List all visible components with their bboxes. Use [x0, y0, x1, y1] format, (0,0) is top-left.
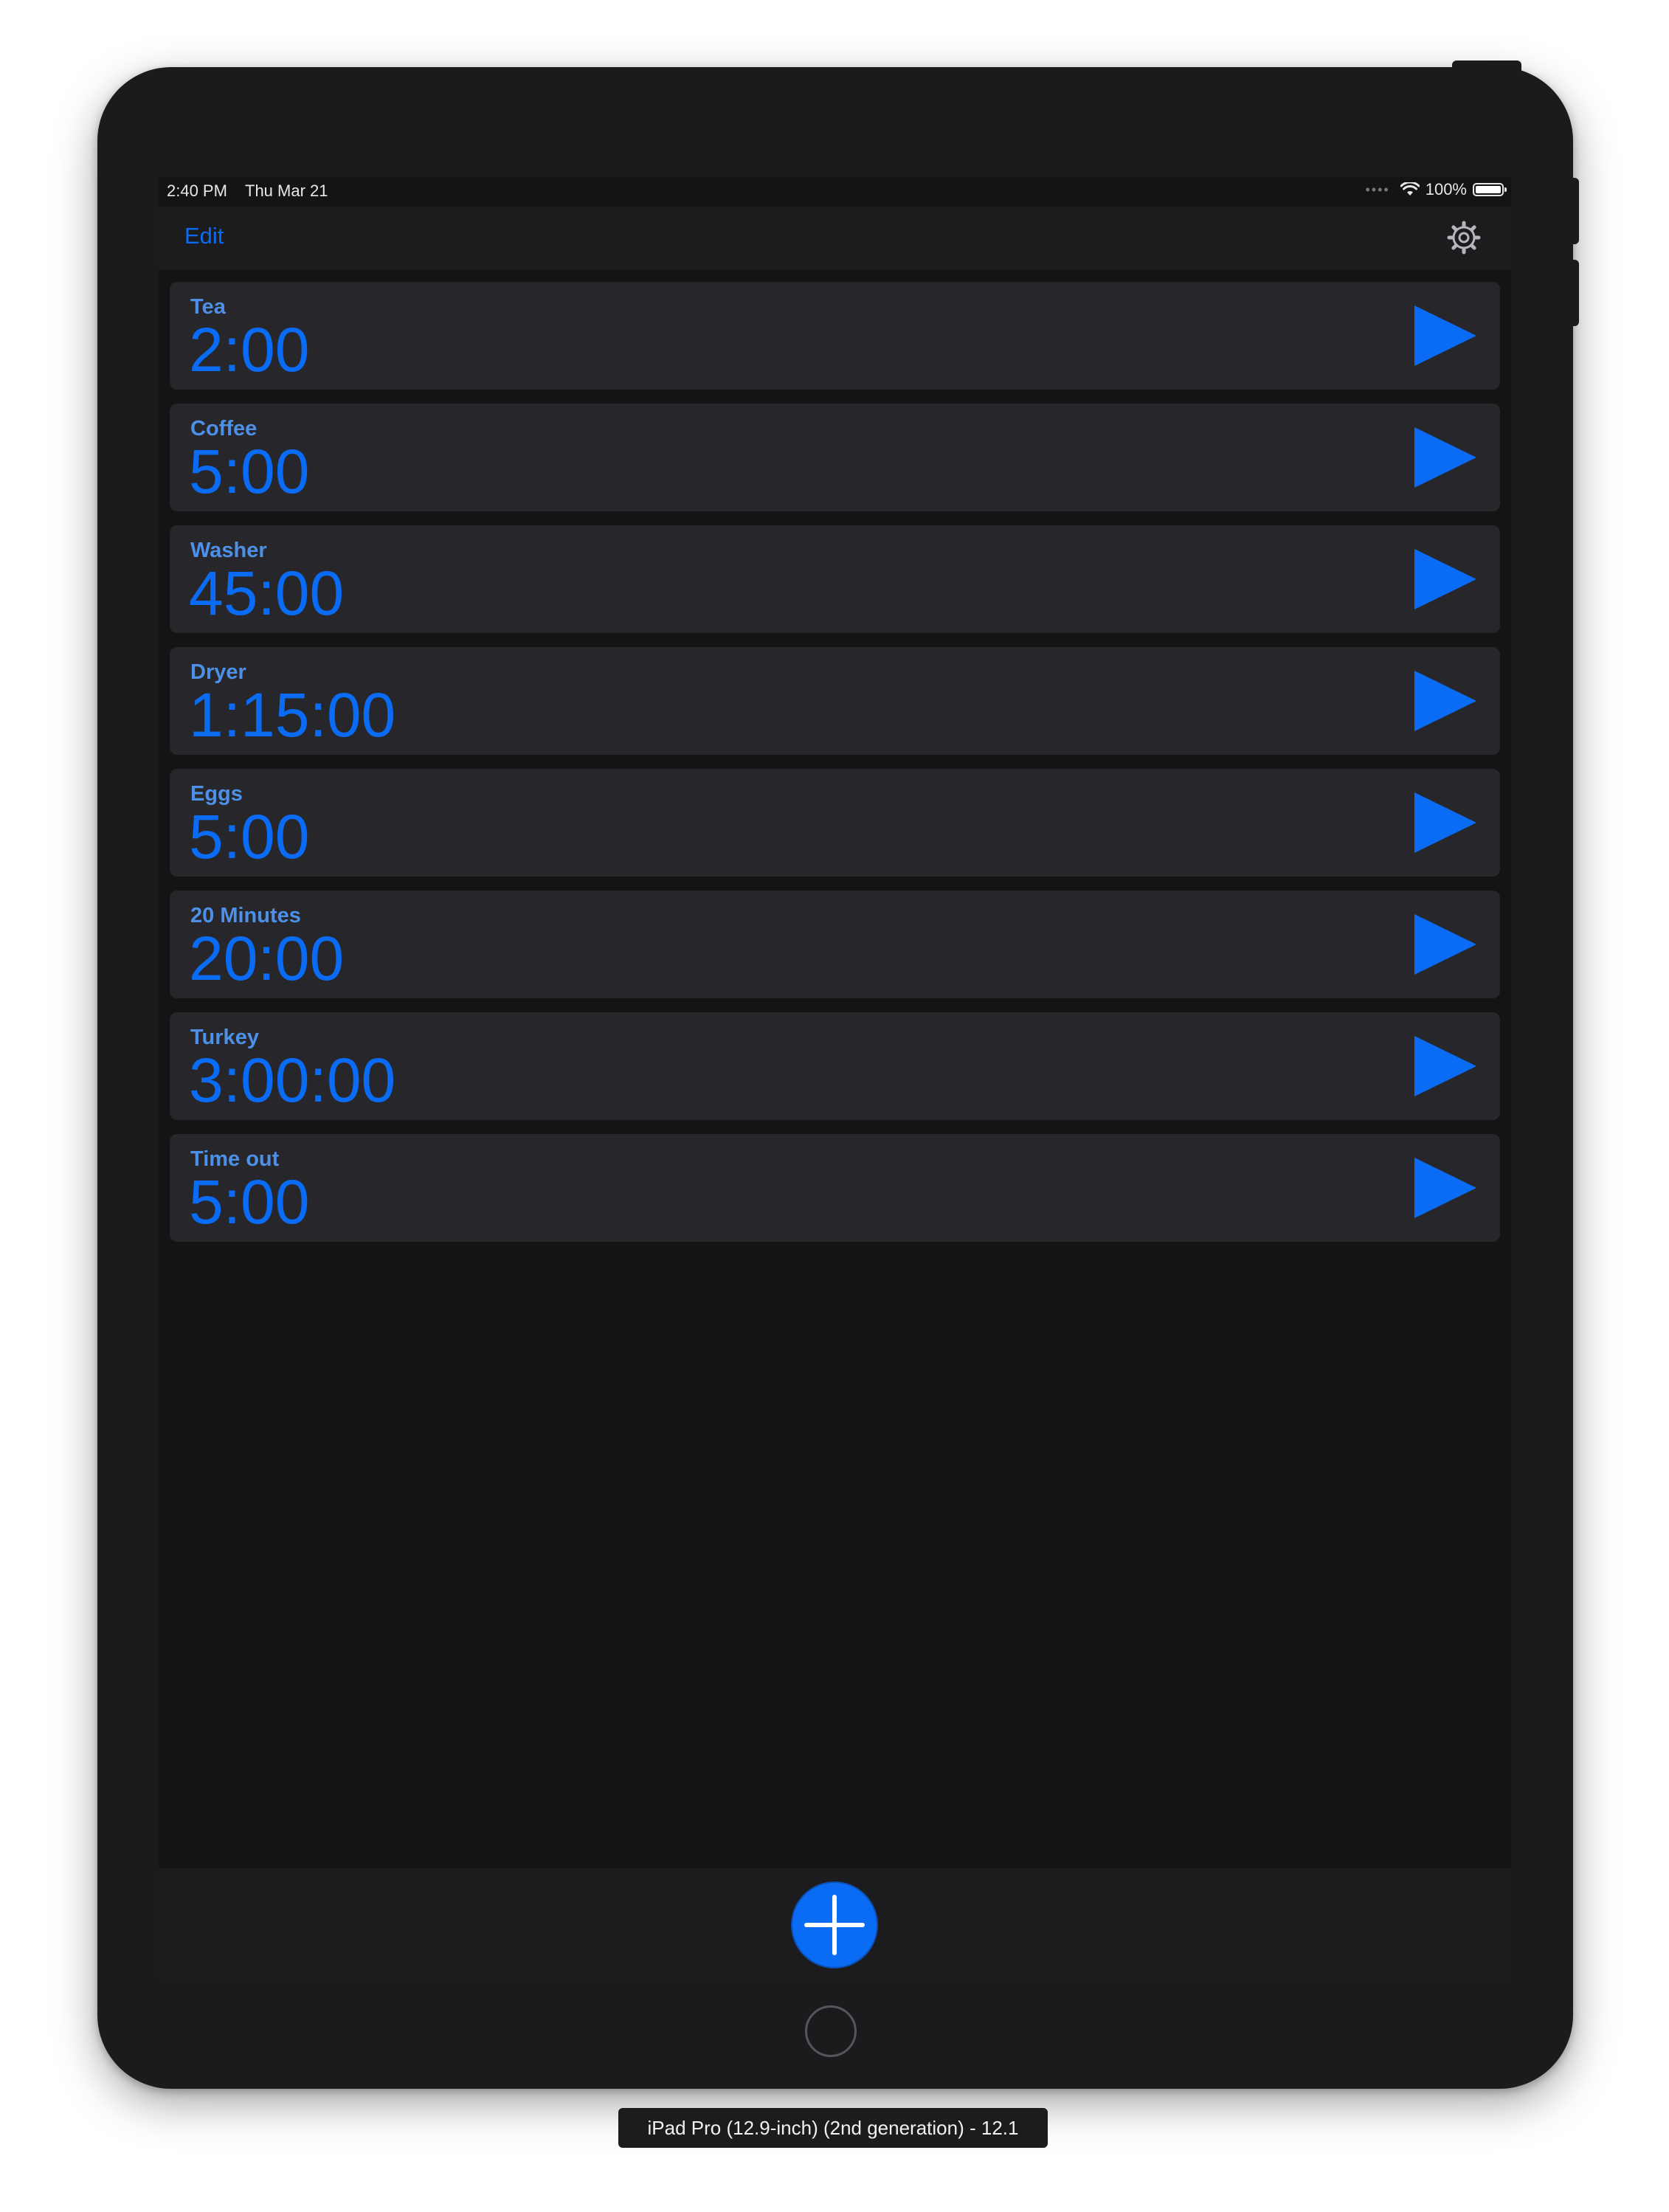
- status-indicators: •••• 100%: [1365, 180, 1507, 199]
- edit-button[interactable]: Edit: [184, 223, 224, 249]
- device-volume-up-button: [1570, 178, 1579, 244]
- timer-duration: 5:00: [189, 437, 310, 506]
- play-icon[interactable]: [1414, 914, 1476, 975]
- play-icon[interactable]: [1414, 305, 1476, 366]
- simulator-device-label: iPad Pro (12.9-inch) (2nd generation) - …: [618, 2108, 1048, 2148]
- timer-duration: 5:00: [189, 1167, 310, 1237]
- timer-duration: 2:00: [189, 315, 310, 384]
- add-timer-button[interactable]: [790, 1881, 879, 1969]
- navigation-bar: Edit: [159, 207, 1511, 269]
- play-icon[interactable]: [1414, 549, 1476, 609]
- device-volume-down-button: [1570, 260, 1579, 326]
- timer-list: Tea 2:00 Coffee 5:00 Washer 45:00 Dryer …: [170, 282, 1500, 1256]
- play-icon[interactable]: [1414, 792, 1476, 853]
- timer-row-turkey[interactable]: Turkey 3:00:00: [170, 1012, 1500, 1120]
- timer-row-time-out[interactable]: Time out 5:00: [170, 1134, 1500, 1242]
- timer-row-coffee[interactable]: Coffee 5:00: [170, 404, 1500, 511]
- timer-row-dryer[interactable]: Dryer 1:15:00: [170, 647, 1500, 755]
- play-icon[interactable]: [1414, 671, 1476, 731]
- timer-row-tea[interactable]: Tea 2:00: [170, 282, 1500, 390]
- battery-icon: [1473, 183, 1507, 196]
- timer-duration: 20:00: [189, 924, 345, 993]
- signal-dots-icon: ••••: [1365, 182, 1390, 197]
- timer-duration: 5:00: [189, 802, 310, 871]
- timer-row-20-minutes[interactable]: 20 Minutes 20:00: [170, 891, 1500, 998]
- wifi-icon: [1400, 182, 1420, 196]
- play-icon[interactable]: [1414, 427, 1476, 488]
- status-time: 2:40 PM: [167, 182, 227, 200]
- play-icon[interactable]: [1414, 1036, 1476, 1096]
- timer-duration: 1:15:00: [189, 680, 396, 750]
- status-bar: 2:40 PM Thu Mar 21 •••• 100%: [159, 177, 1511, 207]
- timer-duration: 45:00: [189, 559, 345, 628]
- screen: 2:40 PM Thu Mar 21 •••• 100% Edit Tea 2:…: [159, 177, 1511, 1980]
- status-date: Thu Mar 21: [245, 182, 328, 200]
- battery-percent: 100%: [1425, 180, 1467, 198]
- home-button[interactable]: [805, 2005, 857, 2057]
- timer-row-washer[interactable]: Washer 45:00: [170, 525, 1500, 633]
- gear-icon[interactable]: [1446, 220, 1482, 255]
- play-icon[interactable]: [1414, 1158, 1476, 1218]
- timer-duration: 3:00:00: [189, 1045, 396, 1115]
- bottom-toolbar: [159, 1868, 1511, 1980]
- timer-row-eggs[interactable]: Eggs 5:00: [170, 769, 1500, 877]
- device-top-button: [1452, 61, 1521, 71]
